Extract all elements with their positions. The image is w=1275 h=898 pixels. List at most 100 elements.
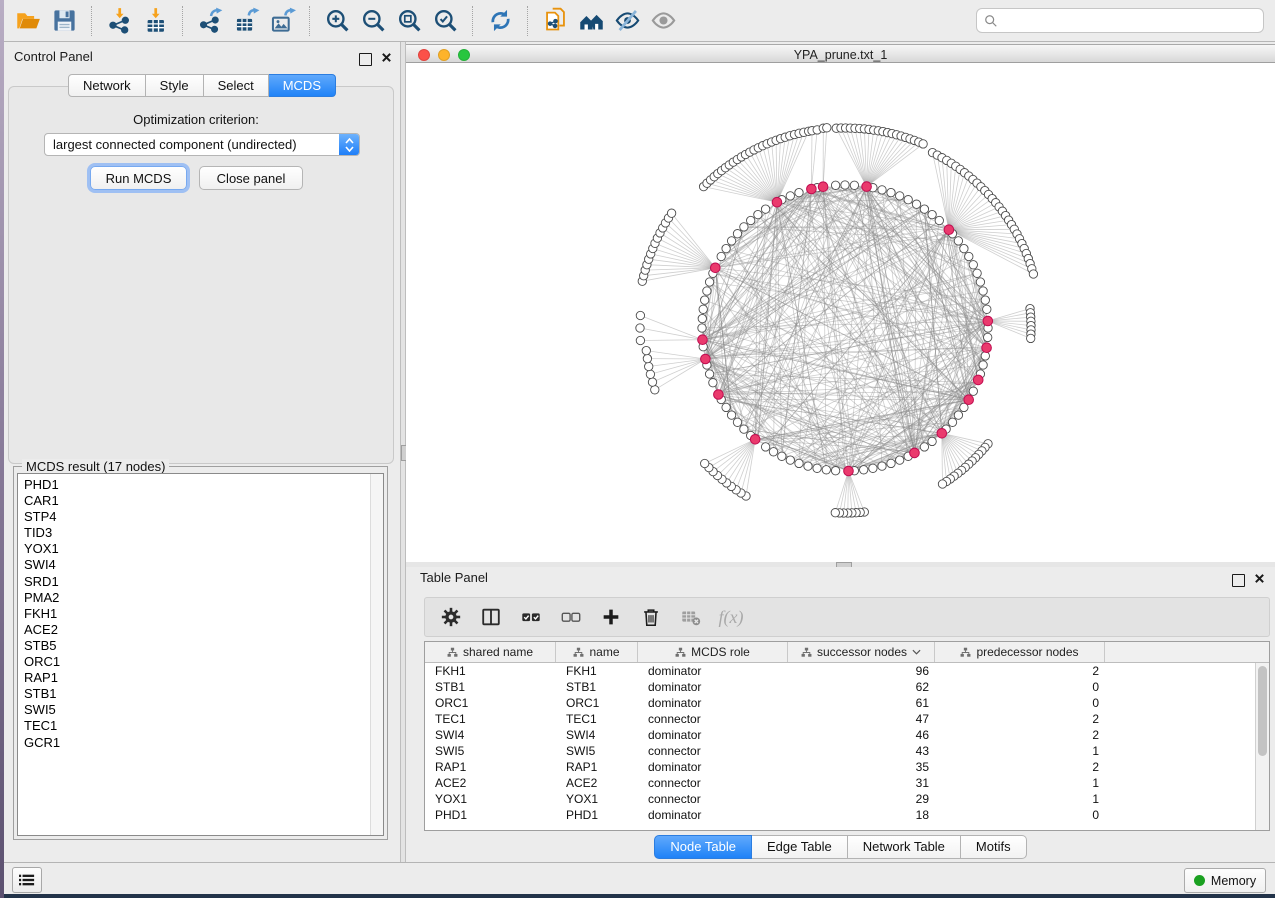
- close-panel-icon[interactable]: [381, 50, 392, 68]
- search-icon: [984, 14, 998, 28]
- mcds-result-item[interactable]: SWI5: [18, 702, 383, 718]
- zoom-out-icon[interactable]: [355, 3, 391, 39]
- table-row[interactable]: ORC1ORC1dominator610: [425, 695, 1269, 711]
- column-type-icon: [573, 647, 584, 658]
- mcds-result-item[interactable]: SRD1: [18, 574, 383, 590]
- column-header-MCDS-role[interactable]: MCDS role: [638, 642, 788, 662]
- search-field[interactable]: [976, 8, 1264, 33]
- column-header-label: predecessor nodes: [976, 645, 1078, 659]
- tab-mcds[interactable]: MCDS: [269, 74, 336, 97]
- tab-node-table[interactable]: Node Table: [654, 835, 752, 859]
- zoom-fit-icon[interactable]: [391, 3, 427, 39]
- table-row[interactable]: RAP1RAP1dominator352: [425, 759, 1269, 775]
- mcds-result-item[interactable]: FKH1: [18, 606, 383, 622]
- unselect-all-columns-icon[interactable]: [553, 601, 589, 633]
- column-header-predecessor-nodes[interactable]: predecessor nodes: [935, 642, 1105, 662]
- export-network-icon[interactable]: [192, 3, 228, 39]
- search-input[interactable]: [998, 8, 1263, 33]
- mcds-result-item[interactable]: TEC1: [18, 718, 383, 734]
- float-panel-icon[interactable]: [359, 53, 372, 66]
- table-row[interactable]: YOX1YOX1connector291: [425, 791, 1269, 807]
- table-cell: 61: [788, 696, 935, 710]
- mcds-list-scrollbar[interactable]: [370, 474, 383, 835]
- export-table-icon[interactable]: [228, 3, 264, 39]
- mcds-result-item[interactable]: STP4: [18, 509, 383, 525]
- table-row[interactable]: ACE2ACE2connector311: [425, 775, 1269, 791]
- table-row[interactable]: TEC1TEC1connector472: [425, 711, 1269, 727]
- table-scrollbar[interactable]: [1255, 663, 1269, 830]
- zoom-selected-icon[interactable]: [427, 3, 463, 39]
- mcds-result-item[interactable]: TID3: [18, 525, 383, 541]
- hide-selected-icon[interactable]: [609, 3, 645, 39]
- table-settings-gear-icon[interactable]: [433, 601, 469, 633]
- mcds-result-item[interactable]: YOX1: [18, 541, 383, 557]
- memory-button[interactable]: Memory: [1184, 868, 1266, 893]
- network-view-titlebar[interactable]: YPA_prune.txt_1: [406, 44, 1275, 63]
- float-panel-icon[interactable]: [1232, 574, 1245, 587]
- table-cell: 2: [935, 728, 1105, 742]
- table-cell: TEC1: [556, 712, 638, 726]
- table-cell: YOX1: [425, 792, 556, 806]
- delete-column-trash-icon[interactable]: [633, 601, 669, 633]
- column-type-icon: [447, 647, 458, 658]
- optimization-criterion-select[interactable]: largest connected component (undirected): [44, 133, 360, 156]
- mcds-result-item[interactable]: ACE2: [18, 622, 383, 638]
- tab-select[interactable]: Select: [204, 74, 269, 97]
- save-session-icon[interactable]: [46, 3, 82, 39]
- show-column-panel-icon[interactable]: [473, 601, 509, 633]
- column-type-icon: [801, 647, 812, 658]
- mcds-result-item[interactable]: ORC1: [18, 654, 383, 670]
- show-all-icon[interactable]: [645, 3, 681, 39]
- network-canvas[interactable]: [406, 63, 1275, 562]
- import-table-icon[interactable]: [137, 3, 173, 39]
- scrollbar-thumb[interactable]: [1258, 666, 1267, 756]
- mcds-result-item[interactable]: STB5: [18, 638, 383, 654]
- select-all-columns-icon[interactable]: [513, 601, 549, 633]
- function-builder-icon-disabled: f(x): [713, 601, 749, 633]
- create-column-icon[interactable]: [593, 601, 629, 633]
- column-header-shared-name[interactable]: shared name: [425, 642, 556, 662]
- table-row[interactable]: FKH1FKH1dominator962: [425, 663, 1269, 679]
- mcds-result-item[interactable]: CAR1: [18, 493, 383, 509]
- show-panels-list-button[interactable]: [12, 867, 42, 893]
- clone-network-icon[interactable]: [537, 3, 573, 39]
- open-session-icon[interactable]: [10, 3, 46, 39]
- mcds-result-item[interactable]: GCR1: [18, 735, 383, 751]
- table-row[interactable]: STB1STB1dominator620: [425, 679, 1269, 695]
- toolbar-separator: [527, 6, 528, 36]
- refresh-icon[interactable]: [482, 3, 518, 39]
- mcds-result-item[interactable]: STB1: [18, 686, 383, 702]
- mcds-result-legend: MCDS result (17 nodes): [22, 459, 169, 474]
- export-image-icon[interactable]: [264, 3, 300, 39]
- close-panel-button[interactable]: Close panel: [199, 166, 303, 190]
- memory-label: Memory: [1211, 874, 1256, 888]
- import-network-icon[interactable]: [101, 3, 137, 39]
- tab-motifs[interactable]: Motifs: [961, 835, 1027, 859]
- status-bar: Memory: [4, 862, 1275, 894]
- close-panel-icon[interactable]: [1254, 571, 1265, 589]
- tab-network[interactable]: Network: [68, 74, 146, 97]
- tab-edge-table[interactable]: Edge Table: [752, 835, 848, 859]
- table-cell: SWI4: [556, 728, 638, 742]
- run-mcds-button[interactable]: Run MCDS: [90, 166, 187, 190]
- table-panel: Table Panel: [406, 567, 1275, 862]
- column-header-name[interactable]: name: [556, 642, 638, 662]
- table-cell: 1: [935, 776, 1105, 790]
- table-cell: 0: [935, 680, 1105, 694]
- network-graph[interactable]: [406, 63, 1275, 562]
- mcds-result-item[interactable]: SWI4: [18, 557, 383, 573]
- table-row[interactable]: SWI5SWI5connector431: [425, 743, 1269, 759]
- mcds-result-item[interactable]: PHD1: [18, 477, 383, 493]
- mcds-result-list[interactable]: PHD1CAR1STP4TID3YOX1SWI4SRD1PMA2FKH1ACE2…: [17, 473, 384, 836]
- table-row[interactable]: SWI4SWI4dominator462: [425, 727, 1269, 743]
- table-row[interactable]: PHD1PHD1dominator180: [425, 807, 1269, 823]
- first-neighbors-icon[interactable]: [573, 3, 609, 39]
- node-table-header-row: shared namenameMCDS rolesuccessor nodes p…: [425, 642, 1269, 663]
- table-cell: 29: [788, 792, 935, 806]
- tab-network-table[interactable]: Network Table: [848, 835, 961, 859]
- column-header-successor-nodes[interactable]: successor nodes: [788, 642, 935, 662]
- mcds-result-item[interactable]: RAP1: [18, 670, 383, 686]
- zoom-in-icon[interactable]: [319, 3, 355, 39]
- mcds-result-item[interactable]: PMA2: [18, 590, 383, 606]
- tab-style[interactable]: Style: [146, 74, 204, 97]
